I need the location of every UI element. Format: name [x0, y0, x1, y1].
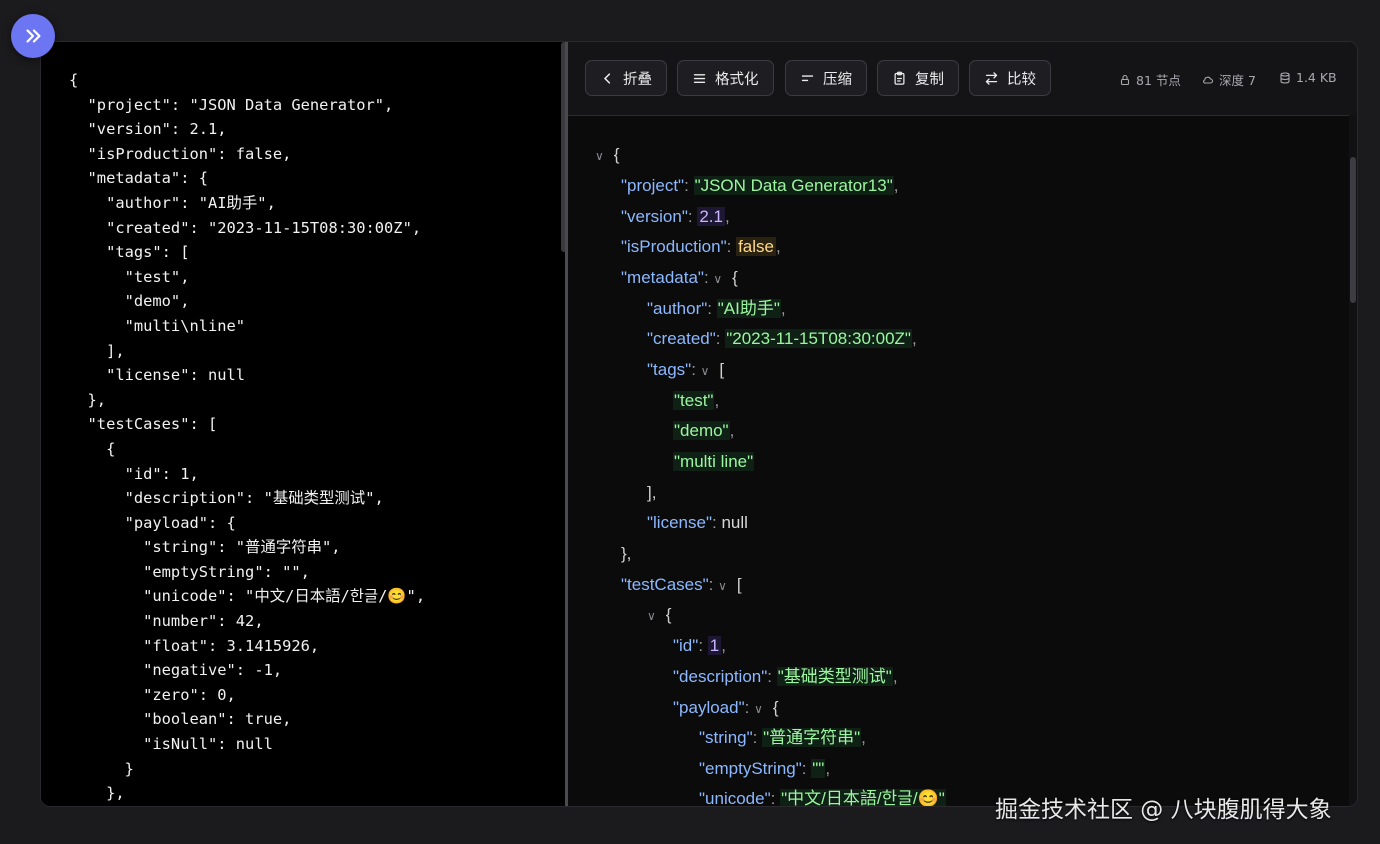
- tree-row-version[interactable]: "version": 2.1,: [621, 202, 730, 232]
- tree-key: "created": [647, 329, 716, 348]
- compress-label: 压缩: [823, 71, 852, 88]
- raw-json-editor[interactable]: { "project": "JSON Data Generator", "ver…: [41, 42, 561, 806]
- align-lines-icon: [693, 73, 706, 83]
- node-count-text: 81 节点: [1136, 73, 1181, 88]
- tree-row-tag-multi[interactable]: "multi line": [673, 447, 755, 477]
- tree-row-author[interactable]: "author": "AI助手",: [647, 294, 786, 324]
- tree-value: "AI助手": [716, 299, 781, 318]
- tree-row-root[interactable]: ∨ {: [595, 140, 619, 170]
- swap-arrows-icon: [985, 71, 998, 85]
- tree-row-license[interactable]: "license": null: [647, 508, 748, 538]
- tree-row-description[interactable]: "description": "基础类型测试",: [673, 662, 898, 692]
- tree-value: "普通字符串": [762, 728, 862, 747]
- tree-row-project[interactable]: "project": "JSON Data Generator13",: [621, 171, 899, 201]
- tree-row-tags-close: ],: [647, 483, 657, 502]
- watermark-text: 掘金技术社区 @ 八块腹肌得大象: [995, 797, 1332, 823]
- collapse-button[interactable]: 折叠: [585, 60, 667, 96]
- lock-icon: [1120, 74, 1130, 85]
- tree-row-tags[interactable]: "tags": ∨ [: [647, 355, 724, 385]
- double-chevron-right-icon: [26, 29, 41, 43]
- compare-label: 比较: [1007, 71, 1036, 88]
- tree-value: "中文/日本語/한글/😊": [780, 789, 946, 806]
- collapse-label: 折叠: [623, 71, 652, 88]
- copy-label: 复制: [915, 71, 944, 88]
- chevron-down-icon[interactable]: ∨: [595, 141, 609, 171]
- tree-key: "author": [647, 299, 708, 318]
- tree-row-emptyString[interactable]: "emptyString": "",: [699, 754, 830, 784]
- format-button[interactable]: 格式化: [677, 60, 774, 96]
- tree-row-tag-demo[interactable]: "demo",: [673, 416, 734, 446]
- node-count-stat: 81 节点: [1119, 70, 1181, 89]
- sidebar-toggle-button[interactable]: [11, 14, 55, 58]
- compress-button[interactable]: 压缩: [785, 60, 867, 96]
- tree-value: "demo": [673, 421, 730, 440]
- tree-key: "payload": [673, 698, 745, 717]
- chevron-down-icon[interactable]: ∨: [701, 356, 715, 386]
- tree-value: "": [811, 759, 826, 778]
- tree-value: "JSON Data Generator13": [693, 176, 894, 195]
- viewer-scrollbar-thumb[interactable]: [1350, 157, 1356, 303]
- tree-row-unicode[interactable]: "unicode": "中文/日本語/한글/😊": [699, 784, 946, 806]
- viewer-toolbar: 折叠 格式化 压缩 复制 比较 81 节点 深度 7 1.4 KB: [568, 42, 1357, 116]
- tree-row-payload[interactable]: "payload": ∨ {: [673, 693, 779, 723]
- json-tree: ∨ { "project": "JSON Data Generator13", …: [568, 115, 1357, 806]
- depth-stat: 深度 7: [1202, 70, 1256, 89]
- tree-value: "test": [673, 391, 715, 410]
- tree-row-metadata[interactable]: "metadata": ∨ {: [621, 263, 738, 293]
- copy-button[interactable]: 复制: [877, 60, 959, 96]
- json-viewer-pane: 折叠 格式化 压缩 复制 比较 81 节点 深度 7 1.4 KB ∨ {"p…: [568, 42, 1357, 806]
- tree-value: 1: [707, 636, 722, 655]
- tree-value: 2.1: [697, 207, 725, 226]
- tree-row-isProduction[interactable]: "isProduction": false,: [621, 232, 781, 262]
- chevron-down-icon[interactable]: ∨: [713, 264, 727, 294]
- clipboard-icon: [894, 71, 905, 85]
- chevron-down-icon[interactable]: ∨: [647, 601, 661, 631]
- format-label: 格式化: [715, 71, 759, 88]
- short-lines-icon: [801, 74, 814, 81]
- tree-value: "multi line": [673, 452, 755, 471]
- tree-row-created[interactable]: "created": "2023-11-15T08:30:00Z",: [647, 324, 917, 354]
- tree-value: false: [736, 237, 776, 256]
- tree-key: "isProduction": [621, 237, 727, 256]
- chevron-down-icon[interactable]: ∨: [754, 694, 768, 724]
- chevron-left-icon: [603, 72, 611, 84]
- tree-key: "version": [621, 207, 688, 226]
- raw-json-text[interactable]: { "project": "JSON Data Generator", "ver…: [69, 68, 425, 806]
- size-text: 1.4 KB: [1296, 70, 1337, 85]
- tree-key: "tags": [647, 360, 692, 379]
- tree-row-string[interactable]: "string": "普通字符串",: [699, 723, 866, 753]
- tree-value: null: [721, 513, 748, 532]
- editor-frame: { "project": "JSON Data Generator", "ver…: [40, 41, 1358, 807]
- depth-text: 深度 7: [1219, 73, 1256, 88]
- tree-key: "emptyString": [699, 759, 802, 778]
- tree-row-tag-test[interactable]: "test",: [673, 386, 719, 416]
- database-icon: [1280, 71, 1290, 84]
- open-brace: {: [613, 145, 620, 164]
- tree-key: "license": [647, 513, 712, 532]
- tree-key: "project": [621, 176, 685, 195]
- tree-row-testCases[interactable]: "testCases": ∨ [: [621, 570, 742, 600]
- compare-button[interactable]: 比较: [969, 60, 1051, 96]
- tree-value: "基础类型测试": [776, 667, 893, 686]
- tree-row-id[interactable]: "id": 1,: [673, 631, 726, 661]
- size-stat: 1.4 KB: [1279, 70, 1337, 85]
- tree-row-metadata-close: },: [621, 544, 632, 563]
- tree-value: "2023-11-15T08:30:00Z": [725, 329, 912, 348]
- cloud-icon: [1203, 76, 1214, 84]
- tree-key: "string": [699, 728, 753, 747]
- tree-key: "testCases": [621, 575, 709, 594]
- tree-key: "description": [673, 667, 768, 686]
- tree-key: "unicode": [699, 789, 771, 806]
- chevron-down-icon[interactable]: ∨: [718, 571, 732, 601]
- tree-key: "id": [673, 636, 699, 655]
- tree-row-testcase-0[interactable]: ∨ {: [647, 600, 671, 630]
- tree-key: "metadata": [621, 268, 704, 287]
